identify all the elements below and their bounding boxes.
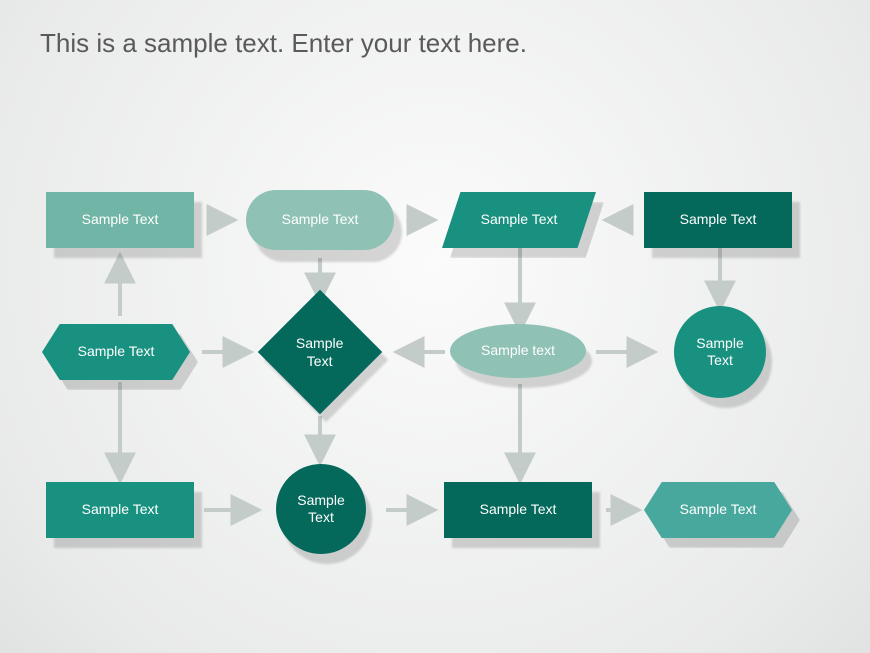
flow-node-ellipse: Sample text <box>450 324 586 378</box>
node-label: Sample Text <box>481 211 558 229</box>
flow-node-hexagon: Sample Text <box>42 324 190 380</box>
node-label: Sample text <box>481 342 555 360</box>
flow-node-parallelogram: Sample Text <box>442 192 596 248</box>
node-label: Sample Text <box>78 343 155 361</box>
node-label: Sample Text <box>82 501 159 519</box>
node-label: Sample Text <box>480 501 557 519</box>
node-label: Sample Text <box>282 211 359 229</box>
node-label: Sample Text <box>286 492 356 527</box>
node-label: Sample Text <box>82 211 159 229</box>
flowchart-canvas: Sample Text Sample Text Sample Text Samp… <box>0 0 870 653</box>
flow-node-rectangle: Sample Text <box>46 482 194 538</box>
flow-node-terminator: Sample Text <box>246 190 394 250</box>
node-label: Sample Text <box>286 335 354 370</box>
flow-node-circle: Sample Text <box>276 464 366 554</box>
flow-node-hexagon: Sample Text <box>644 482 792 538</box>
flow-node-rectangle: Sample Text <box>644 192 792 248</box>
node-label: Sample Text <box>680 501 757 519</box>
flow-node-rectangle: Sample Text <box>444 482 592 538</box>
flow-node-rectangle: Sample Text <box>46 192 194 248</box>
node-label: Sample Text <box>684 335 756 370</box>
node-label: Sample Text <box>680 211 757 229</box>
flow-node-circle: Sample Text <box>674 306 766 398</box>
